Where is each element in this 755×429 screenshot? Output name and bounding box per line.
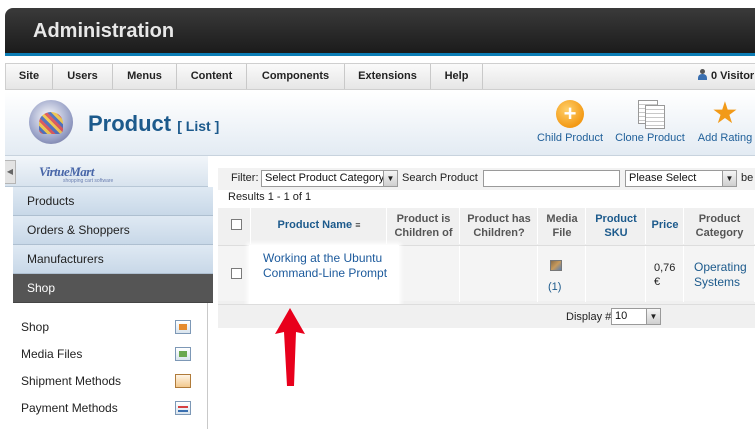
sidebar-section-orders[interactable]: Orders & Shoppers: [13, 216, 213, 245]
child-product-label: Child Product: [536, 132, 604, 144]
visitors-status: 0 Visitor: [698, 64, 754, 89]
child-product-button[interactable]: + Child Product: [535, 100, 605, 144]
clone-product-label: Clone Product: [615, 132, 685, 144]
chevron-down-icon: ▼: [722, 171, 736, 186]
search-type-value: Please Select: [629, 172, 697, 184]
filter-trailing-text: be: [741, 172, 754, 184]
sidebar-section-products[interactable]: Products: [13, 187, 213, 216]
search-input[interactable]: [483, 170, 620, 187]
virtuemart-tagline: shopping cart software: [63, 178, 114, 184]
product-name-link[interactable]: Working at the Ubuntu Command-Line Promp…: [263, 251, 393, 281]
shop-icon: [175, 320, 191, 334]
search-product-label: Search Product: [402, 172, 478, 184]
arrow-icon: [275, 308, 305, 386]
header-children-of: Product is Children of: [388, 208, 460, 244]
header-product-name[interactable]: Product Name ≡: [252, 208, 387, 244]
media-icon: [175, 347, 191, 361]
menu-help[interactable]: Help: [431, 64, 483, 89]
page-subtitle: [ List ]: [177, 118, 220, 134]
star-icon: ★: [711, 97, 739, 130]
menu-components[interactable]: Components: [247, 64, 345, 89]
header-price[interactable]: Price: [647, 208, 684, 244]
virtuemart-logo-icon: [29, 100, 73, 144]
sidebar-item-shipment-methods[interactable]: Shipment Methods: [21, 371, 191, 391]
select-all-checkbox[interactable]: [231, 219, 242, 230]
category-select-value: Select Product Category: [265, 172, 385, 184]
add-rating-label: Add Rating: [697, 132, 753, 144]
page-toolbar: Product [ List ] + Child Product Clone P…: [5, 92, 755, 156]
sort-icon: ≡: [355, 220, 361, 230]
media-file-cell[interactable]: (1): [539, 246, 586, 302]
menu-extensions[interactable]: Extensions: [345, 64, 431, 89]
display-count-label: Display #: [566, 311, 612, 323]
header-product-name-label: Product Name: [277, 219, 353, 231]
header-product-category: Product Category: [685, 208, 755, 244]
filter-label: Filter:: [231, 172, 259, 184]
sidebar-item-payment-methods[interactable]: Payment Methods: [21, 398, 191, 418]
category-select[interactable]: Select Product Category ▼: [261, 170, 398, 187]
main-menu: Site Users Menus Content Components Exte…: [5, 63, 755, 90]
sidebar-item-label: Payment Methods: [21, 401, 118, 415]
filter-bar: Filter: Select Product Category ▼ Search…: [218, 168, 755, 190]
sidebar-item-label: Shipment Methods: [21, 374, 122, 388]
chevron-down-icon: ▼: [646, 309, 660, 324]
visitors-label: 0 Visitor: [711, 70, 755, 82]
image-thumbnail-icon[interactable]: [550, 260, 562, 271]
sidebar-item-shop[interactable]: Shop: [21, 317, 191, 337]
add-rating-button[interactable]: ★ Add Rating: [695, 97, 755, 145]
product-name-highlight: Working at the Ubuntu Command-Line Promp…: [249, 245, 399, 307]
header-media-file: Media File: [539, 208, 586, 244]
sidebar-item-media-files[interactable]: Media Files: [21, 344, 191, 364]
search-type-select[interactable]: Please Select ▼: [625, 170, 737, 187]
sidebar-section-manufacturers[interactable]: Manufacturers: [13, 245, 213, 274]
page-title-text: Product: [88, 111, 172, 136]
sidebar-item-label: Shop: [21, 320, 50, 334]
menu-menus[interactable]: Menus: [113, 64, 177, 89]
results-count: Results 1 - 1 of 1: [228, 191, 312, 203]
chevron-down-icon: ▼: [383, 171, 397, 186]
menu-site[interactable]: Site: [6, 64, 53, 89]
plus-circle-icon: +: [556, 100, 584, 128]
row-select-cell: [218, 246, 251, 302]
row-checkbox[interactable]: [231, 268, 242, 279]
has-children-cell: [461, 246, 538, 302]
sidebar-item-label: Media Files: [21, 347, 83, 361]
admin-header: Administration: [5, 8, 755, 56]
sidebar-section-shop[interactable]: Shop: [13, 274, 213, 303]
page: Administration Site Users Menus Content …: [0, 0, 755, 429]
admin-title: Administration: [33, 20, 175, 42]
sku-cell: [587, 246, 646, 302]
header-product-sku[interactable]: Product SKU: [587, 208, 646, 244]
header-has-children: Product has Children?: [461, 208, 538, 244]
clone-documents-icon: [636, 100, 665, 129]
sidebar: ◀ VirtueMart shopping cart software Prod…: [5, 156, 213, 429]
display-count-select[interactable]: 10 ▼: [611, 308, 661, 325]
price-cell: 0,76 €: [647, 246, 684, 302]
page-title: Product [ List ]: [88, 111, 219, 137]
truck-icon: [175, 374, 191, 388]
red-arrow-annotation: [275, 308, 305, 386]
sidebar-header: ◀ VirtueMart shopping cart software: [5, 156, 208, 187]
category-cell[interactable]: Operating Systems: [685, 246, 755, 302]
menu-users[interactable]: Users: [53, 64, 113, 89]
payment-icon: [175, 401, 191, 415]
collapse-sidebar-icon[interactable]: ◀: [5, 160, 16, 184]
media-count: (1): [548, 281, 562, 293]
menu-content[interactable]: Content: [177, 64, 247, 89]
user-icon: [698, 69, 707, 80]
clone-product-button[interactable]: Clone Product: [613, 100, 687, 144]
select-all-header: [218, 208, 251, 244]
display-count-value: 10: [615, 310, 628, 322]
